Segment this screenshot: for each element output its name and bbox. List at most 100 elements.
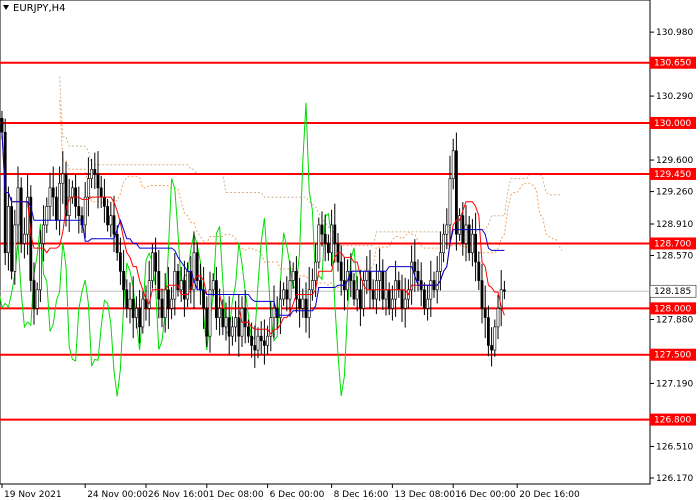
candle-body xyxy=(371,289,375,300)
candle-body xyxy=(381,270,385,300)
candle-body xyxy=(442,233,446,254)
candle-body xyxy=(218,308,222,318)
candle-body xyxy=(38,243,42,291)
candle-body xyxy=(115,233,119,254)
candle-body xyxy=(288,280,292,300)
candle-body xyxy=(416,270,420,281)
candle-body xyxy=(291,270,295,281)
candle-body xyxy=(103,196,106,207)
candle-body xyxy=(125,289,129,309)
candle-body xyxy=(16,187,20,226)
candle-body xyxy=(253,345,257,351)
candle-body xyxy=(154,252,158,272)
candle-body xyxy=(141,298,145,328)
chart-title: EURJPY,H4 xyxy=(3,3,66,14)
candle-body xyxy=(368,270,372,291)
candle-body xyxy=(106,206,110,226)
candle-body xyxy=(502,289,506,292)
candle-body xyxy=(7,206,10,254)
x-tick-label: 8 Dec 16:00 xyxy=(334,490,389,500)
candle-body xyxy=(231,326,234,337)
level-label: 130.000 xyxy=(654,119,691,129)
candle-body xyxy=(227,317,231,337)
candle-body xyxy=(333,224,337,244)
time-axis: 19 Nov 2021 24 Nov 00:00 26 Nov 16:00 1 Dec… xyxy=(1,484,580,500)
y-tick-label: 126.170 xyxy=(656,474,693,484)
candle-body xyxy=(307,289,311,318)
candle-body xyxy=(262,340,266,346)
candle-body xyxy=(365,270,369,281)
y-tick-label: 130.290 xyxy=(656,92,693,102)
candle-body xyxy=(400,289,404,309)
candle-body xyxy=(112,215,116,235)
y-tick-label: 127.880 xyxy=(656,315,693,325)
chart-window[interactable]: 130.650 130.000 129.450 128.700 128.000 127.5… xyxy=(0,0,700,500)
candle-body xyxy=(167,289,170,309)
candle-body xyxy=(163,289,167,318)
candle-body xyxy=(199,280,202,291)
candle-body xyxy=(256,335,260,351)
x-tick-label: 1 Dec 08:00 xyxy=(209,490,264,500)
candle-body xyxy=(413,261,417,272)
candle-body xyxy=(215,280,218,318)
candle-body xyxy=(205,308,209,337)
candle-body xyxy=(243,308,247,328)
candle-body xyxy=(477,261,481,281)
candle-body xyxy=(237,317,241,337)
candle-body xyxy=(448,178,452,226)
current-price-label: 128.185 xyxy=(654,287,691,297)
candle-body xyxy=(96,173,100,189)
candle-body xyxy=(438,252,442,272)
y-tick-label: 128.570 xyxy=(656,252,693,262)
candle-body xyxy=(378,270,382,281)
candle-body xyxy=(109,215,113,226)
candle-body xyxy=(202,289,206,309)
candle-body xyxy=(403,298,407,309)
x-tick-label: 26 Nov 16:00 xyxy=(148,490,209,500)
candle-body xyxy=(32,280,36,309)
candle-body xyxy=(58,182,62,221)
candle-body xyxy=(224,317,228,328)
candle-body xyxy=(387,289,391,309)
candle-body xyxy=(42,224,46,244)
candle-body xyxy=(19,187,23,244)
candle xyxy=(317,217,321,269)
candle-body xyxy=(0,118,4,133)
candle-body xyxy=(445,224,449,235)
level-label: 128.700 xyxy=(654,239,691,249)
candle-body xyxy=(93,169,97,175)
chart-canvas[interactable]: 130.650 130.000 129.450 128.700 128.000 127.5… xyxy=(0,0,700,500)
candle-body xyxy=(211,280,215,291)
candle-body xyxy=(234,317,238,328)
candle-body xyxy=(490,345,494,351)
x-tick-label: 19 Nov 2021 xyxy=(4,490,62,500)
y-tick-label: 126.510 xyxy=(656,442,693,452)
y-tick-label: 128.910 xyxy=(656,220,693,230)
x-tick-label: 20 Dec 16:00 xyxy=(519,490,580,500)
candle-body xyxy=(470,233,474,254)
level-label: 126.800 xyxy=(654,416,691,426)
candle-body xyxy=(298,298,302,309)
candle-body xyxy=(339,261,343,281)
candle-body xyxy=(304,298,308,318)
level-label: 130.650 xyxy=(654,59,691,69)
candle-body xyxy=(221,308,225,328)
candle-body xyxy=(35,289,39,309)
candle-body xyxy=(397,280,401,291)
candle-body xyxy=(138,308,142,328)
candle-body xyxy=(122,270,126,291)
candle-body xyxy=(131,298,135,318)
candle-body xyxy=(61,173,65,184)
candle xyxy=(10,197,14,280)
candle-body xyxy=(358,289,362,309)
candle-body xyxy=(71,187,74,198)
candle-body xyxy=(83,196,87,226)
candle-body xyxy=(157,270,161,300)
candle-body xyxy=(285,289,289,300)
y-tick-label: 130.980 xyxy=(656,28,693,38)
y-tick-label: 129.600 xyxy=(656,156,693,166)
x-tick-label: 16 Dec 00:00 xyxy=(455,490,516,500)
candle-body xyxy=(87,178,90,198)
candle-body xyxy=(183,280,186,300)
candle-body xyxy=(326,243,330,254)
